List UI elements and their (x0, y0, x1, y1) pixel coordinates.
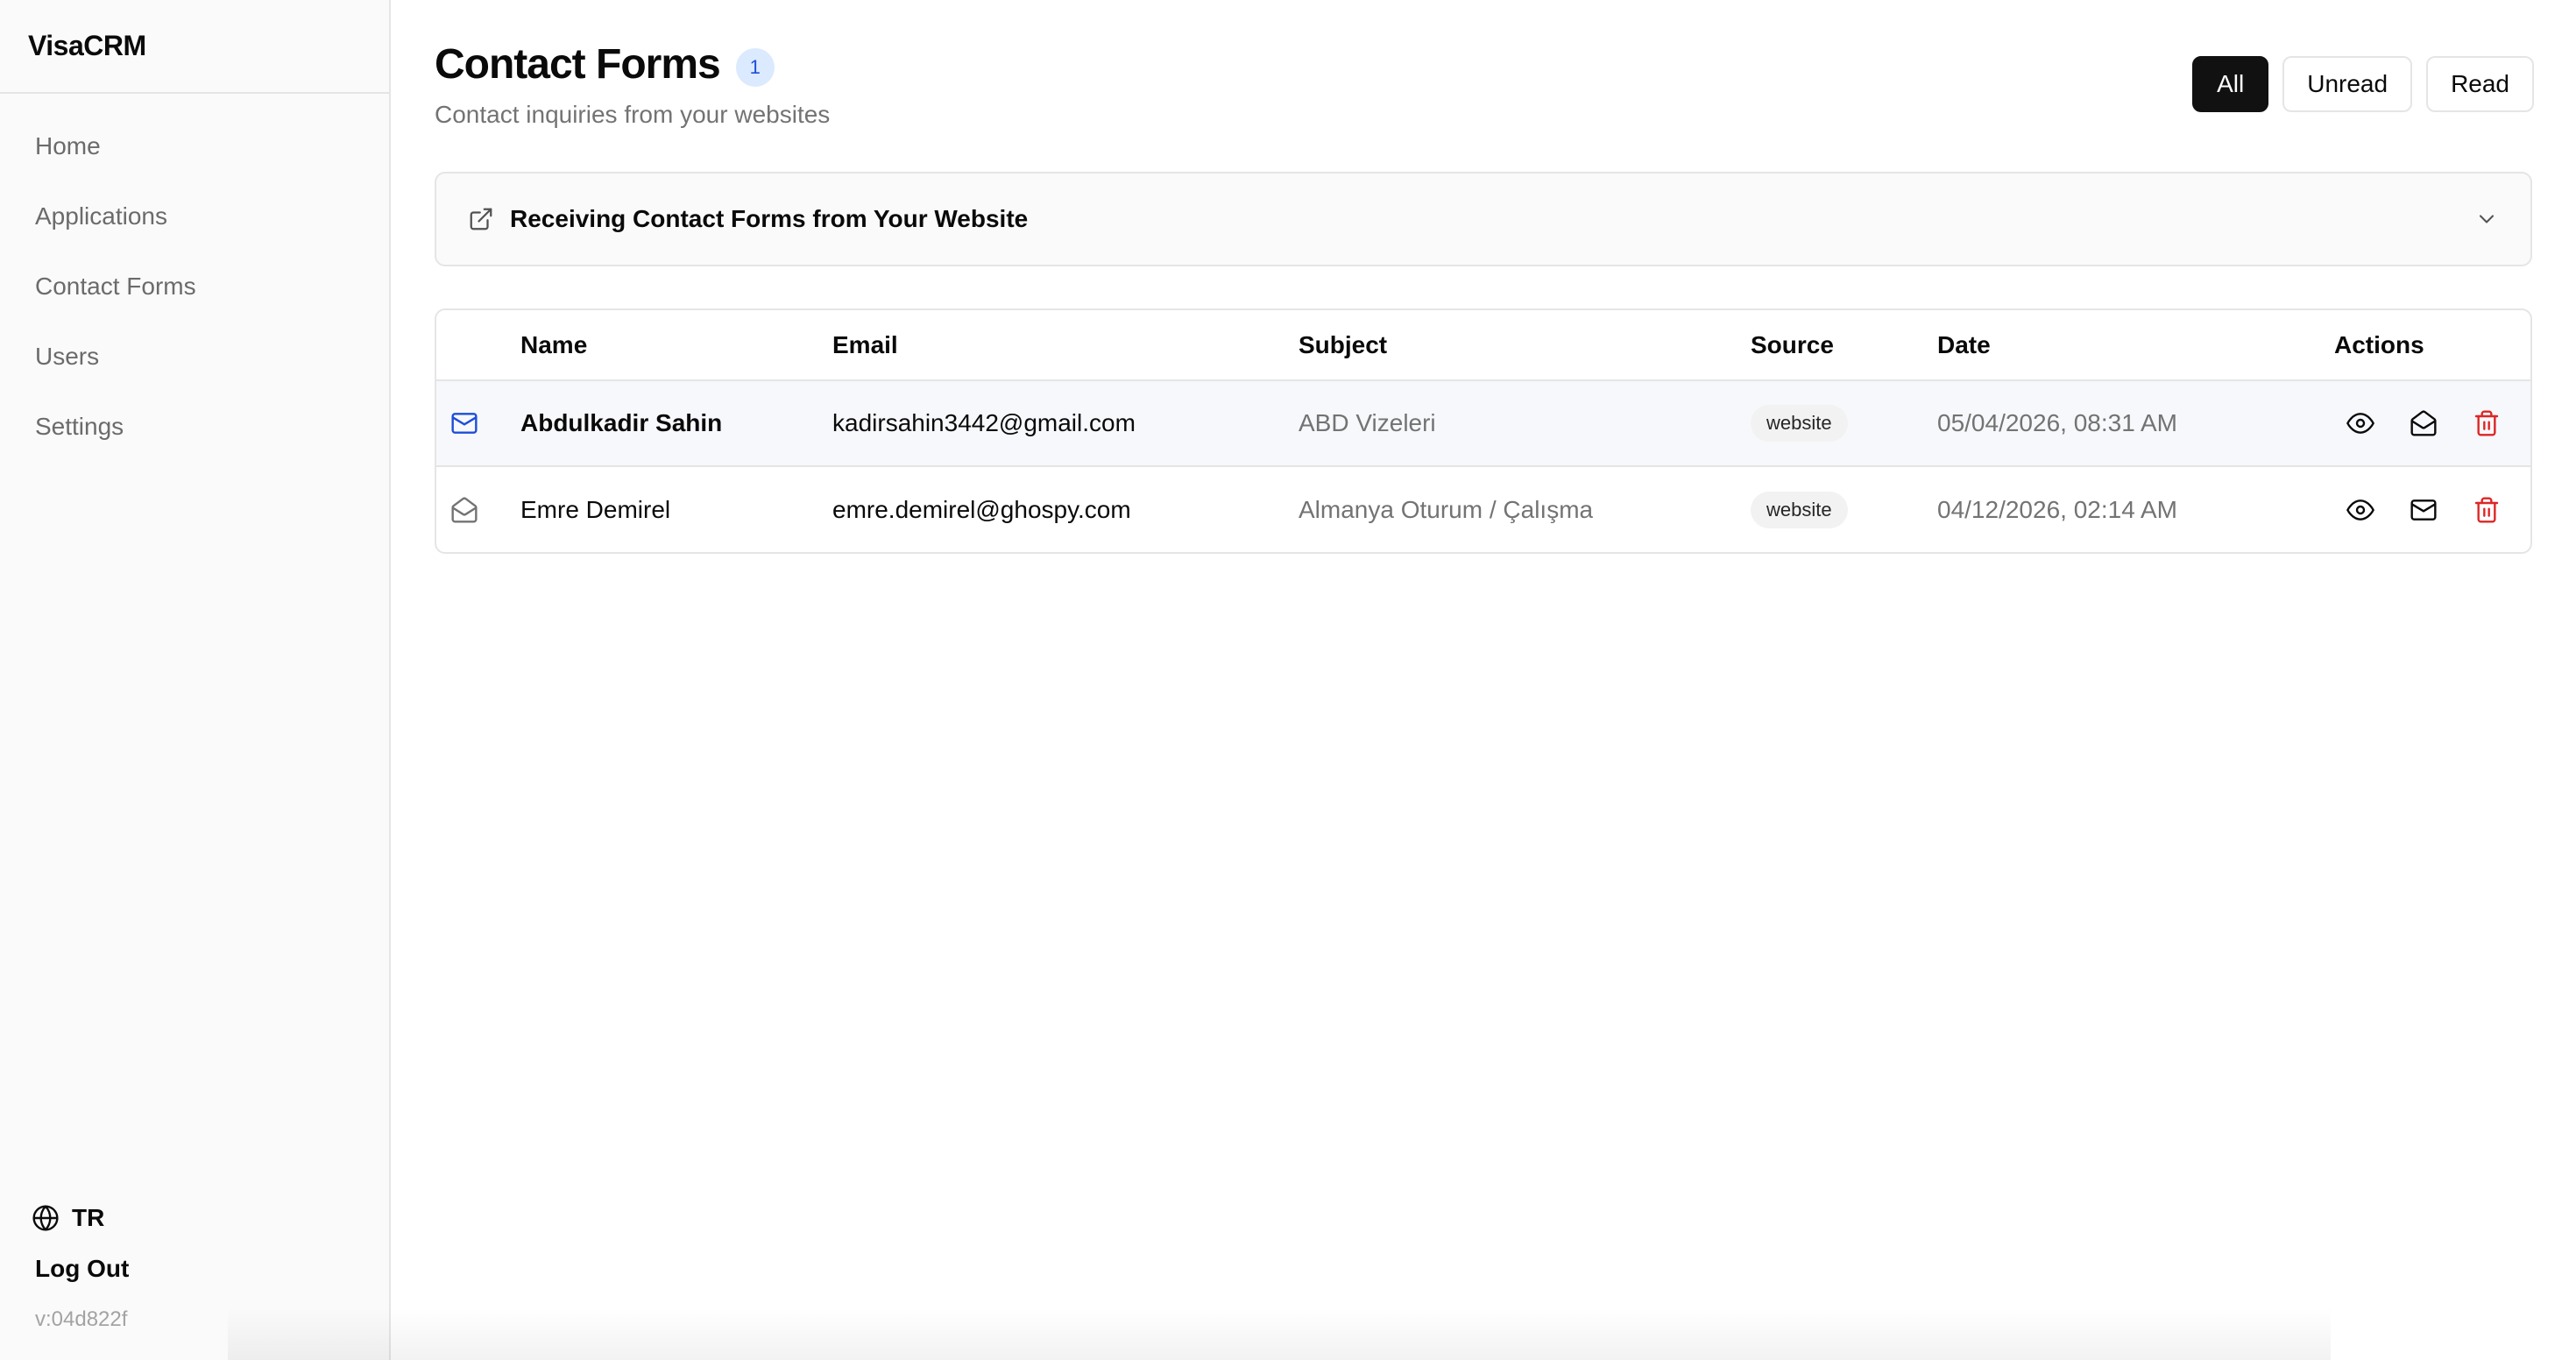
eye-icon (2346, 499, 2374, 521)
table-row[interactable]: Abdulkadir Sahin kadirsahin3442@gmail.co… (436, 380, 2530, 467)
table-row[interactable]: Emre Demirel emre.demirel@ghospy.com Alm… (436, 466, 2530, 552)
filter-unread-button[interactable]: Unread (2282, 56, 2413, 112)
title-row: Contact Forms 1 (435, 40, 830, 89)
contact-forms-table: Name Email Subject Source Date Actions A… (435, 308, 2532, 554)
contact-subject: Almanya Oturum / Çalışma (1299, 495, 1594, 523)
sidebar: VisaCRM Home Applications Contact Forms … (0, 0, 391, 1360)
sidebar-footer: TR Log Out v:04d822f (0, 1194, 389, 1360)
mail-open-icon (2410, 410, 2437, 436)
trash-icon (2474, 410, 2499, 436)
contact-date: 05/04/2026, 08:31 AM (1937, 380, 2334, 467)
sidebar-item-home[interactable]: Home (0, 111, 389, 181)
filter-all-button[interactable]: All (2192, 56, 2269, 112)
sidebar-nav: Home Applications Contact Forms Users Se… (0, 94, 389, 462)
language-label: TR (72, 1204, 105, 1231)
column-header-subject: Subject (1299, 310, 1751, 381)
version-label: v:04d822f (35, 1307, 128, 1331)
trash-icon (2474, 496, 2499, 523)
mark-as-unread-button[interactable] (2410, 496, 2438, 524)
globe-icon (32, 1205, 59, 1231)
website-integration-accordion[interactable]: Receiving Contact Forms from Your Websit… (435, 172, 2532, 266)
main-content: Contact Forms 1 Contact inquiries from y… (391, 0, 2576, 1360)
contact-email: kadirsahin3442@gmail.com (832, 380, 1299, 467)
sidebar-item-users[interactable]: Users (0, 322, 389, 392)
mail-open-icon (451, 496, 478, 523)
mark-as-read-button[interactable] (2410, 409, 2438, 437)
mail-icon (2410, 499, 2437, 521)
logout-button[interactable]: Log Out (32, 1243, 389, 1295)
column-header-name: Name (520, 310, 832, 381)
eye-icon (2346, 413, 2374, 434)
contact-subject: ABD Vizeleri (1299, 380, 1751, 467)
brand-logo[interactable]: VisaCRM (0, 0, 389, 94)
filter-read-button[interactable]: Read (2426, 56, 2534, 112)
page-subtitle: Contact inquiries from your websites (435, 101, 831, 128)
source-badge: website (1751, 491, 1848, 528)
column-header-email: Email (832, 310, 1299, 381)
sidebar-item-contact-forms[interactable]: Contact Forms (0, 251, 389, 322)
sidebar-item-settings[interactable]: Settings (0, 392, 389, 462)
delete-button[interactable] (2473, 409, 2501, 437)
page-header: Contact Forms 1 Contact inquiries from y… (435, 40, 830, 129)
accordion-label: Receiving Contact Forms from Your Websit… (510, 205, 1029, 232)
contact-name: Abdulkadir Sahin (520, 380, 832, 467)
table-header-row: Name Email Subject Source Date Actions (436, 310, 2530, 381)
count-badge: 1 (735, 47, 775, 87)
page-title: Contact Forms (435, 41, 721, 88)
chevron-down-icon[interactable] (2474, 207, 2499, 231)
delete-button[interactable] (2473, 496, 2501, 524)
column-header-status (436, 310, 520, 381)
language-switcher[interactable]: TR (32, 1194, 389, 1243)
row-actions (2334, 496, 2530, 524)
column-header-source: Source (1751, 310, 1937, 381)
contact-name: Emre Demirel (520, 495, 671, 523)
contact-date: 04/12/2026, 02:14 AM (1937, 495, 2177, 523)
view-button[interactable] (2346, 409, 2374, 437)
column-header-actions: Actions (2334, 310, 2530, 381)
contact-email: emre.demirel@ghospy.com (832, 495, 1131, 523)
filter-group: All Unread Read (2192, 56, 2534, 112)
column-header-date: Date (1937, 310, 2334, 381)
mail-icon (451, 413, 478, 434)
row-actions (2334, 409, 2530, 437)
sidebar-item-applications[interactable]: Applications (0, 181, 389, 251)
external-link-icon (470, 208, 492, 230)
view-button[interactable] (2346, 496, 2374, 524)
source-badge: website (1751, 405, 1848, 442)
app-root: VisaCRM Home Applications Contact Forms … (0, 0, 2576, 1360)
